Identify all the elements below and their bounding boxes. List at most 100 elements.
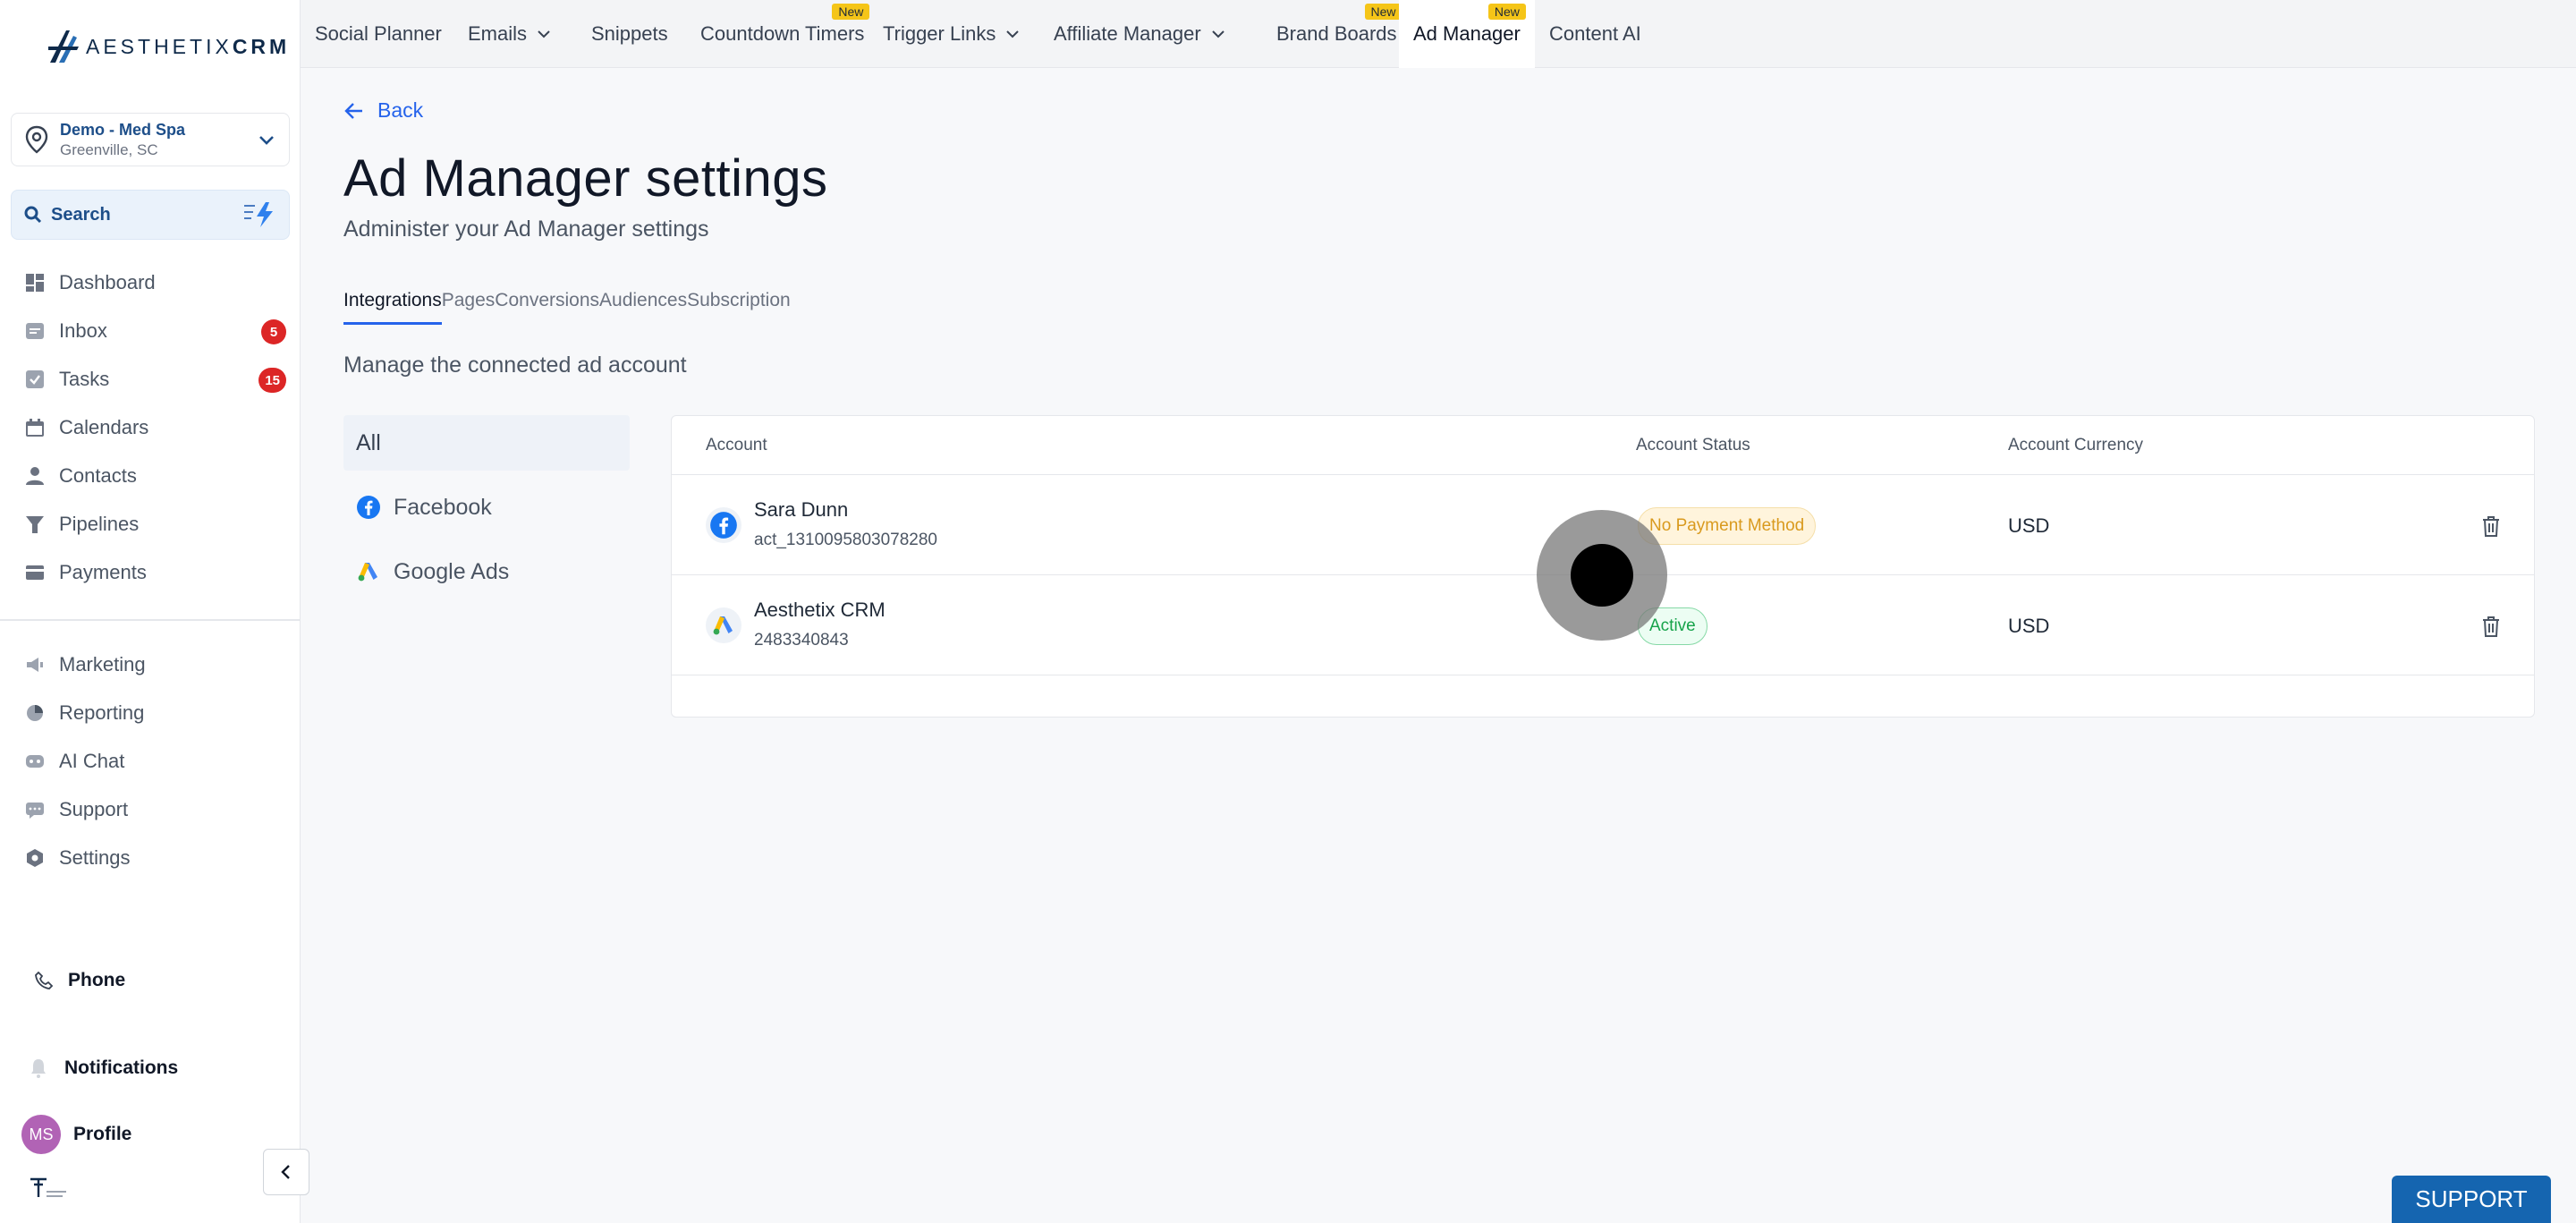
tasks-count-badge: 15: [258, 368, 286, 393]
account-id: act_1310095803078280: [754, 531, 937, 549]
sidebar-item-label: Tasks: [59, 368, 110, 390]
tab-social-planner[interactable]: Social Planner: [301, 0, 456, 68]
tab-label: Trigger Links: [883, 22, 996, 45]
tab-affiliate-manager[interactable]: Affiliate Manager: [1039, 0, 1241, 68]
collapse-sidebar-button[interactable]: [263, 1149, 309, 1195]
tab-trigger-links[interactable]: Trigger Links: [869, 0, 1035, 68]
sidebar-item-contacts[interactable]: Contacts: [0, 452, 301, 500]
trash-icon[interactable]: [2480, 514, 2502, 538]
settings-icon: [25, 848, 45, 868]
inbox-icon: [25, 321, 45, 341]
location-name: Demo - Med Spa: [60, 120, 186, 139]
column-account-status: Account Status: [1636, 436, 1750, 454]
tab-label: Ad Manager: [1413, 22, 1521, 45]
unread-count-badge: 5: [261, 319, 286, 344]
support-button[interactable]: SUPPORT: [2392, 1176, 2551, 1223]
account-id: 2483340843: [754, 631, 849, 650]
chevron-down-icon: [1211, 30, 1224, 38]
tab-snippets[interactable]: Snippets: [577, 0, 682, 68]
chevron-down-icon: [259, 136, 274, 145]
tab-label: Affiliate Manager: [1054, 22, 1201, 45]
tab-label: Countdown Timers: [700, 22, 865, 45]
brand-logo[interactable]: AESTHETIXCRM: [47, 27, 290, 66]
sidebar-nav-secondary: Marketing Reporting AI Chat Support Sett…: [0, 641, 301, 882]
sidebar-item-profile[interactable]: MS Profile: [21, 1115, 131, 1154]
sidebar-item-label: Payments: [59, 561, 147, 583]
search-button[interactable]: Search: [11, 190, 290, 240]
location-pin-icon: [25, 125, 48, 154]
account-name: Sara Dunn: [754, 498, 849, 521]
click-indicator-center: [1571, 544, 1633, 607]
tab-brand-boards[interactable]: Brand Boards New: [1262, 0, 1411, 68]
tab-label: Brand Boards: [1276, 22, 1397, 45]
tab-subscription[interactable]: Subscription: [687, 290, 791, 325]
account-name: Aesthetix CRM: [754, 599, 886, 621]
column-account: Account: [706, 436, 767, 454]
page-subtitle: Administer your Ad Manager settings: [343, 217, 709, 242]
account-currency: USD: [2008, 514, 2050, 537]
quick-actions-icon[interactable]: [242, 200, 276, 229]
tab-emails[interactable]: Emails: [453, 0, 566, 68]
sidebar-item-label: AI Chat: [59, 750, 125, 772]
section-label: Manage the connected ad account: [343, 352, 687, 378]
filter-label: Google Ads: [394, 558, 510, 584]
support-icon: [25, 800, 45, 820]
notifications-label: Notifications: [64, 1057, 179, 1078]
phone-icon: [35, 971, 54, 989]
location-switcher[interactable]: Demo - Med Spa Greenville, SC: [11, 113, 290, 166]
filter-label: Facebook: [394, 494, 492, 520]
filter-google-ads[interactable]: Google Ads: [343, 544, 630, 599]
account-currency: USD: [2008, 615, 2050, 637]
tab-label: Snippets: [591, 22, 668, 45]
platform-filter-list: All Facebook Google Ads: [343, 415, 630, 608]
sidebar-item-marketing[interactable]: Marketing: [0, 641, 301, 689]
sidebar-item-payments[interactable]: Payments: [0, 548, 301, 597]
tab-ad-manager[interactable]: Ad Manager New: [1399, 0, 1535, 68]
contacts-icon: [25, 466, 45, 486]
back-label: Back: [377, 98, 424, 122]
tab-content-ai[interactable]: Content AI: [1535, 0, 1656, 68]
back-link[interactable]: Back: [343, 98, 423, 123]
sidebar-item-reporting[interactable]: Reporting: [0, 689, 301, 737]
chevron-down-icon: [1006, 30, 1020, 38]
reporting-icon: [25, 703, 45, 723]
sidebar-item-dashboard[interactable]: Dashboard: [0, 259, 301, 307]
status-badge: No Payment Method: [1638, 507, 1817, 545]
tab-pages[interactable]: Pages: [442, 290, 496, 325]
sidebar-item-ai-chat[interactable]: AI Chat: [0, 737, 301, 786]
marketing-icon: [25, 655, 45, 675]
sidebar-item-notifications[interactable]: Notifications: [29, 1057, 178, 1079]
arrow-left-icon: [344, 102, 362, 119]
sidebar-item-label: Support: [59, 798, 129, 820]
sidebar-item-label: Contacts: [59, 464, 137, 487]
filter-facebook[interactable]: Facebook: [343, 480, 630, 535]
new-badge: New: [1364, 4, 1402, 20]
calendar-icon: [25, 418, 45, 437]
sidebar-item-tasks[interactable]: Tasks 15: [0, 355, 301, 403]
sidebar-item-phone[interactable]: Phone: [34, 970, 125, 991]
tab-label: Content AI: [1549, 22, 1641, 45]
sidebar-item-calendars[interactable]: Calendars: [0, 403, 301, 452]
filter-all[interactable]: All: [343, 415, 630, 471]
google-ads-icon: [706, 607, 741, 643]
sidebar-item-support[interactable]: Support: [0, 786, 301, 834]
tab-conversions[interactable]: Conversions: [495, 290, 599, 325]
tab-audiences[interactable]: Audiences: [599, 290, 687, 325]
sidebar-item-label: Marketing: [59, 653, 146, 675]
tab-label: Social Planner: [315, 22, 442, 45]
settings-tabs: Integrations Pages Conversions Audiences…: [343, 290, 791, 325]
dashboard-icon: [25, 273, 45, 293]
top-navigation: Social Planner Emails Snippets Countdown…: [301, 0, 2576, 68]
sidebar-item-pipelines[interactable]: Pipelines: [0, 500, 301, 548]
trash-icon[interactable]: [2480, 615, 2502, 638]
sidebar-item-settings[interactable]: Settings: [0, 834, 301, 882]
profile-label: Profile: [73, 1124, 132, 1144]
sidebar-item-inbox[interactable]: Inbox 5: [0, 307, 301, 355]
company-logo-icon: [30, 1177, 66, 1197]
sidebar-divider: [0, 619, 301, 621]
tab-integrations[interactable]: Integrations: [343, 290, 442, 325]
facebook-icon: [357, 496, 380, 519]
sidebar-item-label: Dashboard: [59, 271, 156, 293]
tab-countdown-timers[interactable]: Countdown Timers New: [686, 0, 878, 68]
sidebar-item-label: Inbox: [59, 319, 107, 342]
